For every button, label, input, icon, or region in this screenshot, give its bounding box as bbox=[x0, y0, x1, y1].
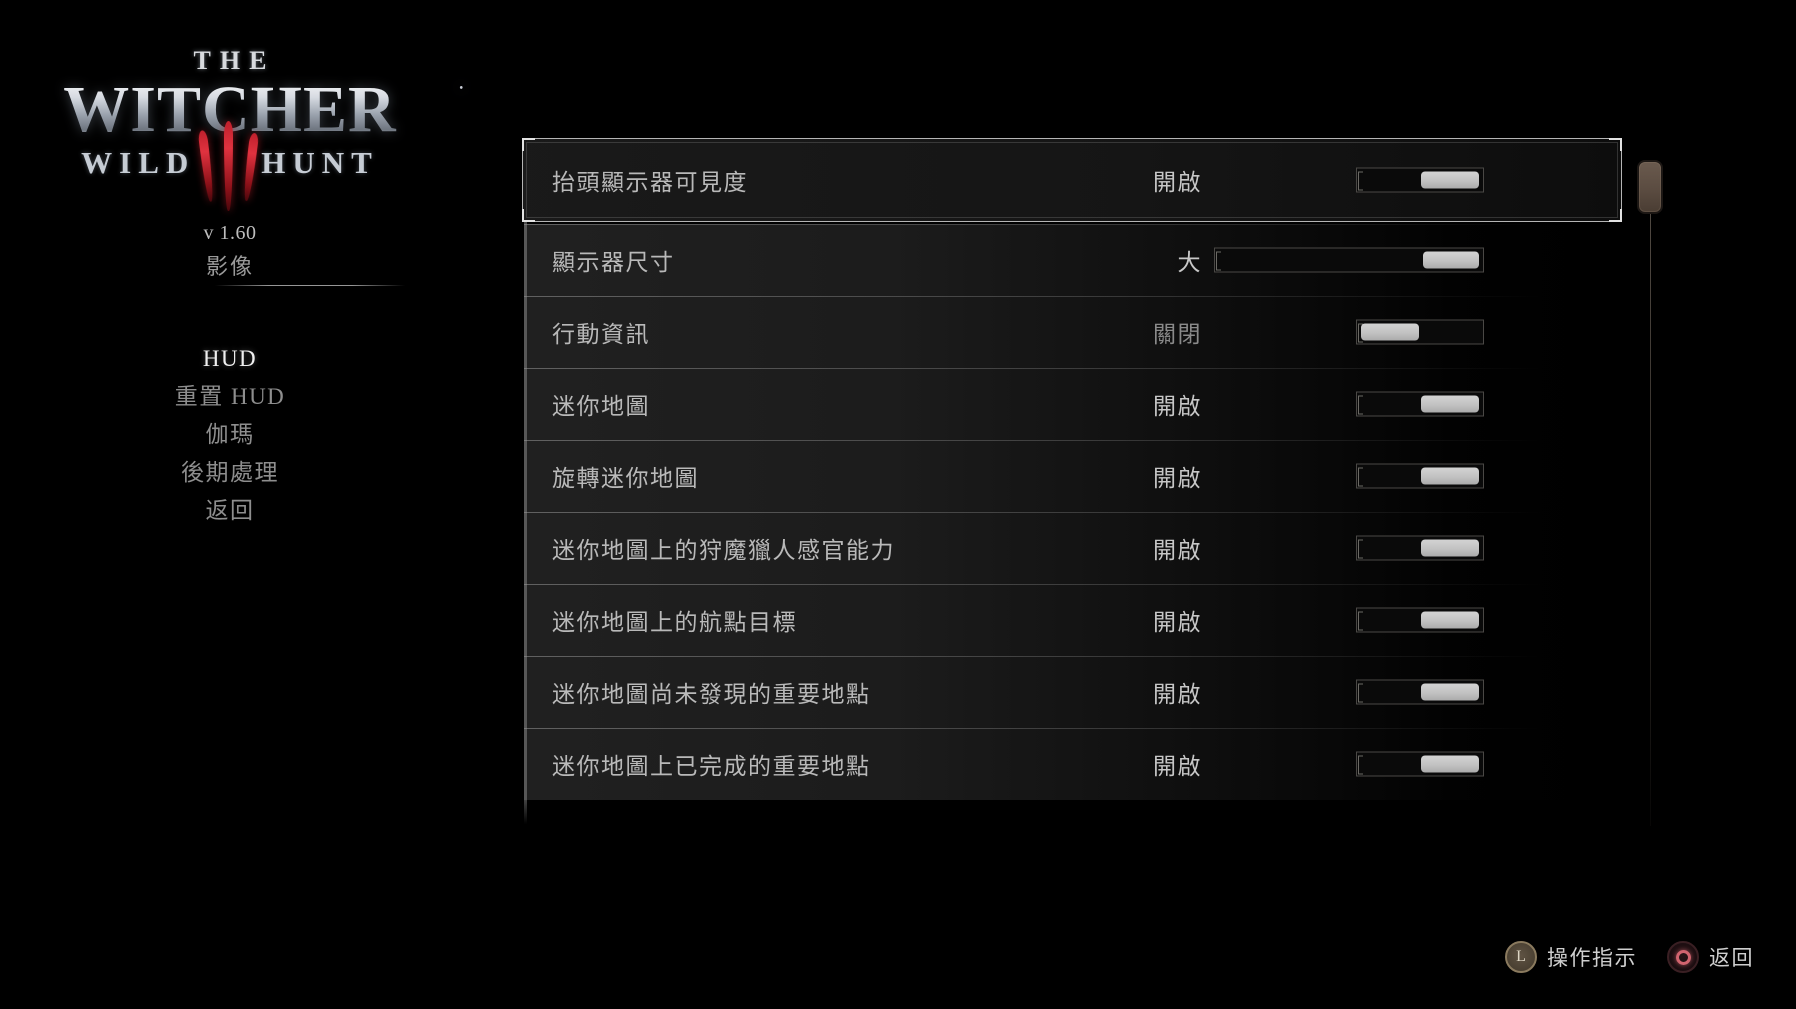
sidebar-nav: HUD 重置 HUD 伽瑪 後期處理 返回 bbox=[0, 340, 460, 530]
l-button-icon[interactable]: L bbox=[1505, 941, 1537, 973]
setting-value: 開啟 bbox=[1153, 394, 1202, 419]
setting-value: 大 bbox=[1177, 250, 1202, 275]
toggle-knob[interactable] bbox=[1421, 611, 1479, 629]
action-2[interactable]: 返回 bbox=[1667, 941, 1754, 973]
setting-row[interactable]: 迷你地圖上的航點目標 開啟 bbox=[524, 584, 1620, 656]
toggle-knob[interactable] bbox=[1421, 171, 1479, 189]
toggle-knob[interactable] bbox=[1421, 467, 1479, 485]
sidebar-item-3[interactable]: 伽瑪 bbox=[0, 416, 460, 454]
toggle-switch[interactable] bbox=[1356, 679, 1484, 705]
setting-label: 行動資訊 bbox=[552, 322, 650, 347]
setting-row[interactable]: 旋轉迷你地圖 開啟 bbox=[524, 440, 1620, 512]
row-content: 迷你地圖尚未發現的重要地點 開啟 bbox=[524, 656, 1620, 728]
row-content: 迷你地圖上已完成的重要地點 開啟 bbox=[524, 728, 1620, 800]
circle-ring-icon bbox=[1675, 949, 1691, 965]
toggle-switch[interactable] bbox=[1356, 319, 1484, 345]
logo-hunt-text: HUNT bbox=[261, 145, 379, 181]
row-content: 行動資訊 關閉 bbox=[524, 296, 1620, 368]
row-content: 迷你地圖上的航點目標 開啟 bbox=[524, 584, 1620, 656]
setting-row[interactable]: 顯示器尺寸 大 bbox=[524, 224, 1620, 296]
setting-label: 迷你地圖上的狩魔獵人感官能力 bbox=[552, 538, 895, 563]
setting-label: 迷你地圖尚未發現的重要地點 bbox=[552, 682, 871, 707]
row-content: 抬頭顯示器可見度 開啟 bbox=[524, 138, 1620, 222]
logo-wild-text: WILD bbox=[81, 145, 196, 181]
action-label: 返回 bbox=[1709, 946, 1754, 970]
circle-button-icon[interactable] bbox=[1667, 941, 1699, 973]
setting-label: 顯示器尺寸 bbox=[552, 250, 675, 275]
section-title: 影像 bbox=[205, 254, 254, 279]
setting-label: 迷你地圖 bbox=[552, 394, 650, 419]
toggle-knob[interactable] bbox=[1421, 395, 1479, 413]
sidebar-item-1[interactable]: HUD bbox=[0, 340, 460, 378]
slider-handle[interactable] bbox=[1423, 251, 1479, 269]
setting-label: 迷你地圖上已完成的重要地點 bbox=[552, 754, 871, 779]
setting-value: 開啟 bbox=[1153, 610, 1202, 635]
row-content: 旋轉迷你地圖 開啟 bbox=[524, 440, 1620, 512]
toggle-knob[interactable] bbox=[1421, 539, 1479, 557]
logo-the-text: THE bbox=[193, 46, 276, 75]
toggle-switch[interactable] bbox=[1356, 751, 1484, 777]
action-bar: L 操作指示 返回 bbox=[1505, 941, 1754, 973]
scrollbar-thumb[interactable] bbox=[1637, 160, 1663, 214]
action-label: 操作指示 bbox=[1547, 946, 1637, 970]
setting-row[interactable]: 行動資訊 關閉 bbox=[524, 296, 1620, 368]
setting-row[interactable]: 迷你地圖上的狩魔獵人感官能力 開啟 bbox=[524, 512, 1620, 584]
settings-list: 抬頭顯示器可見度 開啟 顯示器尺寸大行動資訊 關閉 迷你地圖 開啟 旋轉迷你地圖 開啟 迷你地圖… bbox=[522, 138, 1622, 824]
row-content: 迷你地圖 開啟 bbox=[524, 368, 1620, 440]
setting-value: 開啟 bbox=[1153, 754, 1202, 779]
toggle-switch[interactable] bbox=[1356, 607, 1484, 633]
setting-row[interactable]: 迷你地圖 開啟 bbox=[524, 368, 1620, 440]
settings-screen: THE WITCHER WILDHUNT v 1.60 影像 HUD重置 HUD… bbox=[0, 0, 1796, 1009]
game-logo: THE WITCHER WILDHUNT bbox=[0, 46, 464, 212]
logo-wild-hunt-text: WILD HUNT bbox=[0, 145, 460, 181]
setting-row[interactable]: 抬頭顯示器可見度 開啟 bbox=[522, 138, 1622, 224]
setting-value: 開啟 bbox=[1153, 682, 1202, 707]
sidebar-item-5[interactable]: 返回 bbox=[0, 492, 460, 530]
left-panel: THE WITCHER WILDHUNT v 1.60 影像 HUD重置 HUD… bbox=[0, 0, 464, 1009]
logo-subtitle: WILD HUNT bbox=[0, 121, 460, 212]
setting-value: 關閉 bbox=[1153, 322, 1202, 347]
setting-value: 開啟 bbox=[1153, 466, 1202, 491]
row-content: 顯示器尺寸 大 bbox=[524, 224, 1620, 296]
toggle-switch[interactable] bbox=[1356, 535, 1484, 561]
toggle-switch[interactable] bbox=[1356, 391, 1484, 417]
setting-row[interactable]: 迷你地圖上已完成的重要地點 開啟 bbox=[524, 728, 1620, 800]
toggle-knob[interactable] bbox=[1421, 755, 1479, 773]
toggle-knob[interactable] bbox=[1361, 323, 1419, 341]
size-slider[interactable] bbox=[1214, 247, 1484, 273]
sidebar-item-4[interactable]: 後期處理 bbox=[0, 454, 460, 492]
setting-value: 開啟 bbox=[1153, 170, 1202, 195]
toggle-switch[interactable] bbox=[1356, 167, 1484, 193]
toggle-knob[interactable] bbox=[1421, 683, 1479, 701]
setting-label: 旋轉迷你地圖 bbox=[552, 466, 699, 491]
setting-label: 抬頭顯示器可見度 bbox=[552, 170, 748, 195]
action-1[interactable]: L 操作指示 bbox=[1505, 941, 1637, 973]
title-divider bbox=[215, 285, 405, 286]
setting-row[interactable]: 迷你地圖尚未發現的重要地點 開啟 bbox=[524, 656, 1620, 728]
version-label: v 1.60 bbox=[203, 222, 257, 244]
setting-label: 迷你地圖上的航點目標 bbox=[552, 610, 797, 635]
sidebar-item-2[interactable]: 重置 HUD bbox=[0, 378, 460, 416]
scrollbar-track[interactable] bbox=[1650, 186, 1651, 826]
row-content: 迷你地圖上的狩魔獵人感官能力 開啟 bbox=[524, 512, 1620, 584]
toggle-switch[interactable] bbox=[1356, 463, 1484, 489]
setting-value: 開啟 bbox=[1153, 538, 1202, 563]
